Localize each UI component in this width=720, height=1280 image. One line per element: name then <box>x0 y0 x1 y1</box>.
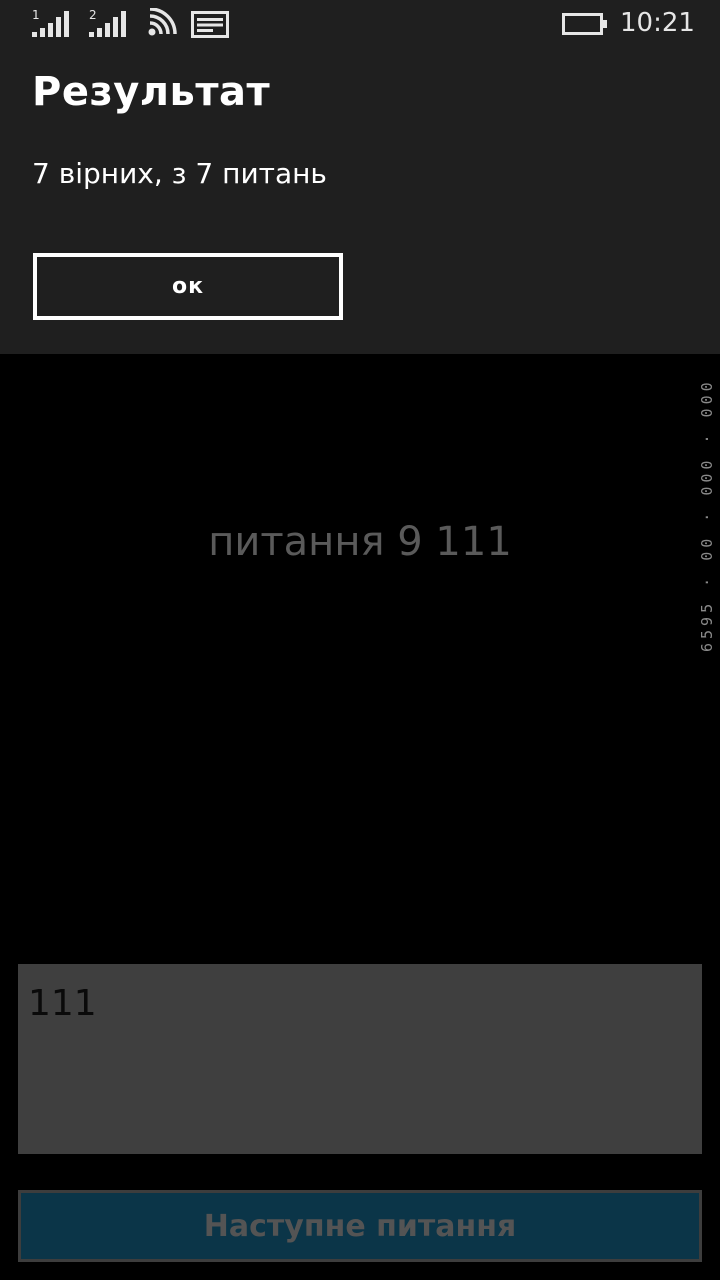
signal-sim2-icon: 2 <box>89 8 126 37</box>
answer-input-value: 111 <box>28 983 97 1024</box>
sim2-label: 2 <box>89 8 97 22</box>
wifi-icon <box>148 8 177 36</box>
answer-input[interactable]: 111 <box>18 964 702 1154</box>
signal-sim1-icon: 1 <box>32 8 69 37</box>
battery-icon <box>562 13 607 35</box>
ok-button[interactable]: ок <box>33 253 343 320</box>
message-icon <box>191 11 229 38</box>
dialog-title: Результат <box>32 69 271 115</box>
clock-time: 10:21 <box>620 8 695 38</box>
status-bar: 1 2 10:21 <box>0 0 720 48</box>
question-text: питання 9 111 <box>208 519 512 565</box>
sim1-label: 1 <box>32 8 40 22</box>
dialog-message: 7 вірних, з 7 питань <box>32 157 327 190</box>
result-dialog: 1 2 10:21 Результат 7 вірних, з 7 питань… <box>0 0 720 354</box>
next-question-button[interactable]: Наступне питання <box>18 1190 702 1262</box>
frame-rate-counter: 6595 · 00 · 000 · 000 <box>698 378 716 652</box>
